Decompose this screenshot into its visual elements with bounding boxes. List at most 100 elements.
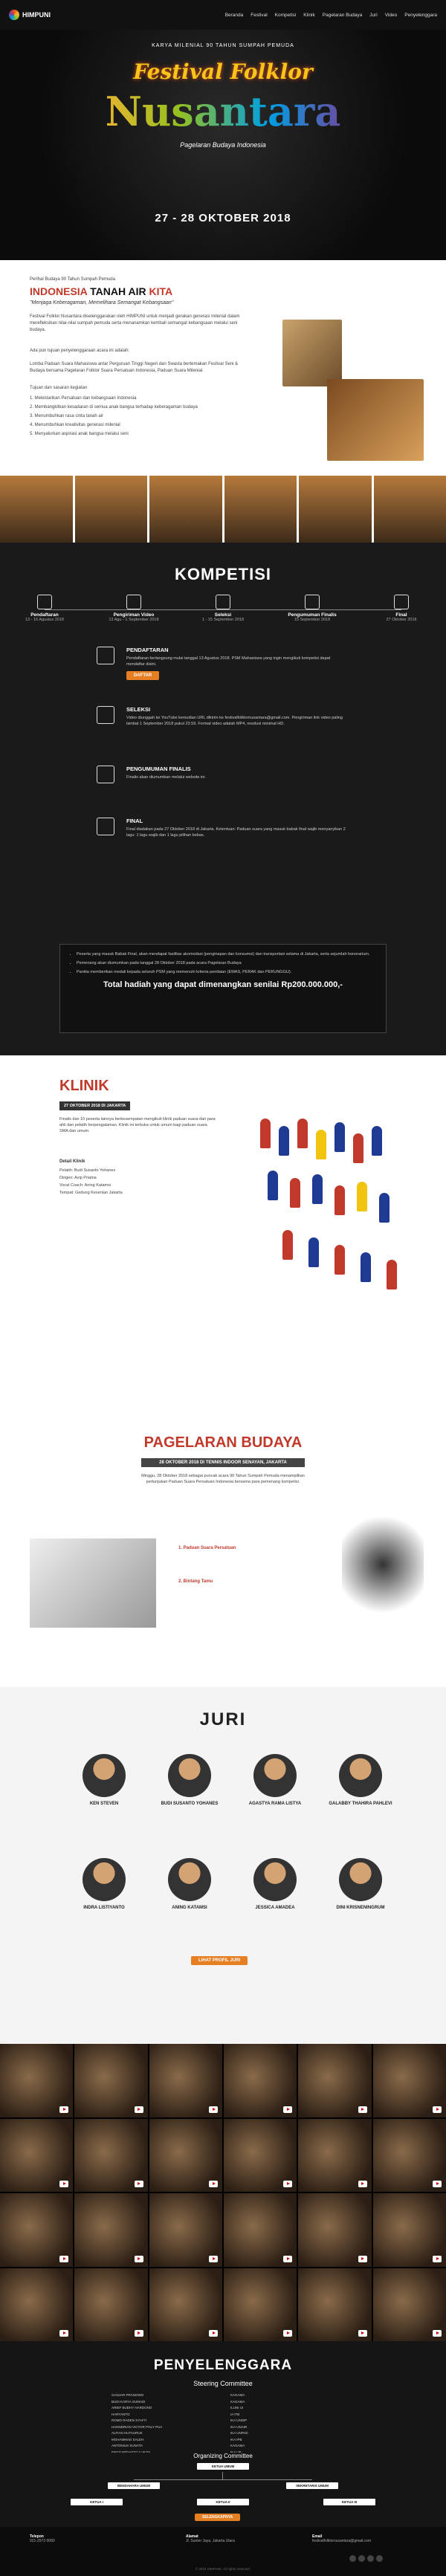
play-icon — [134, 2330, 143, 2337]
play-icon — [283, 2255, 293, 2262]
performers-photo — [30, 1538, 156, 1628]
lihat-profil-button[interactable]: LIHAT PROFIL JURI — [191, 1956, 248, 1965]
nav-link-festival[interactable]: Festival — [251, 13, 267, 18]
facebook-icon[interactable] — [349, 2555, 356, 2562]
judge-card[interactable]: BUDI SUSANTO YOHANES — [152, 1754, 227, 1806]
intro-body-2: Ada pun tujuan penyelenggaraan acara ini… — [30, 349, 130, 353]
video-thumb[interactable] — [149, 2044, 222, 2117]
video-thumb[interactable] — [0, 2044, 74, 2117]
top-navbar: HIMPUNI Beranda Festival Kompetisi Klini… — [0, 0, 446, 30]
sc-member-org: IKA UNPAD — [230, 2431, 248, 2435]
video-thumb[interactable] — [0, 2118, 74, 2192]
prize-total: Total hadiah yang dapat dimenangkan seni… — [103, 980, 343, 989]
video-thumb[interactable] — [149, 2193, 222, 2267]
video-thumb[interactable] — [372, 2118, 446, 2192]
selengkapnya-button[interactable]: SELENGKAPNYA — [195, 2514, 241, 2521]
step-text: Final diadakan pada 27 Oktober 2018 di J… — [126, 827, 346, 838]
daftar-button[interactable]: DAFTAR — [126, 671, 160, 680]
judge-card[interactable]: ANING KATAMSI — [152, 1858, 227, 1910]
hero-title-script: Festival Folklor — [133, 59, 313, 84]
video-thumb[interactable] — [372, 2044, 446, 2117]
judge-card[interactable]: GALABBY THAHIRA PAHLEVI — [323, 1754, 398, 1806]
brand-name: HIMPUNI — [22, 11, 51, 19]
music-notes-decoration — [342, 1509, 424, 1620]
judge-card[interactable]: AGASTYA RAMA LISTYA — [238, 1754, 312, 1806]
twitter-icon[interactable] — [358, 2555, 365, 2562]
judge-name: AGASTYA RAMA LISTYA — [248, 1802, 302, 1806]
judge-card[interactable]: KEN STEVEN — [67, 1754, 141, 1806]
play-icon — [134, 2255, 143, 2262]
culture-photo — [373, 476, 446, 543]
video-thumb[interactable] — [149, 2118, 222, 2192]
video-thumb[interactable] — [0, 2268, 74, 2341]
kompetisi-title: KOMPETISI — [174, 565, 271, 583]
oc-title: Organizing Committee — [193, 2453, 253, 2459]
play-icon — [358, 2106, 367, 2113]
calendar-icon — [37, 595, 52, 609]
youtube-icon[interactable] — [376, 2555, 383, 2562]
oc-sekretaris: SEKRETARIS UMUM — [286, 2482, 338, 2489]
address-value: Jl. Sunter Jaya, Jakarta Utara — [186, 2539, 235, 2543]
nav-link-video[interactable]: Video — [385, 13, 398, 18]
nav-link-juri[interactable]: Juri — [369, 13, 377, 18]
video-thumb[interactable] — [74, 2268, 148, 2341]
video-thumb[interactable] — [298, 2118, 372, 2192]
instagram-icon[interactable] — [367, 2555, 374, 2562]
sc-member-name: ANTONIUS SUNATA — [112, 2444, 143, 2447]
klinik-list-item: Vocal Coach: Aning Katamsi — [59, 1183, 112, 1188]
play-icon — [209, 2106, 218, 2113]
video-thumb[interactable] — [298, 2044, 372, 2117]
brand-logo[interactable]: HIMPUNI — [9, 10, 51, 20]
video-thumb[interactable] — [149, 2268, 222, 2341]
judge-card[interactable]: DINI KRISNENINGRUM — [323, 1858, 398, 1910]
nav-link-beranda[interactable]: Beranda — [225, 13, 244, 18]
judge-card[interactable]: JESSICA AMADEA — [238, 1858, 312, 1910]
judge-avatar — [83, 1754, 126, 1797]
step-pengumuman: PENGUMUMAN FINALIS Finalis akan diumumkan… — [126, 766, 349, 780]
megaphone-icon — [305, 595, 320, 609]
video-thumb[interactable] — [372, 2193, 446, 2267]
play-icon — [433, 2106, 442, 2113]
video-thumb[interactable] — [298, 2193, 372, 2267]
copyright: © 2018 HIMPUNI. All rights reserved. — [195, 2567, 251, 2571]
judge-name: BUDI SUSANTO YOHANES — [161, 1802, 219, 1806]
sc-member-org: ILUNI UI — [230, 2406, 244, 2410]
email-value[interactable]: festivalfolklornusantara@gmail.com — [312, 2539, 371, 2543]
intro-photo — [282, 320, 342, 386]
timeline-title: Pengiriman Video — [113, 612, 155, 618]
nav-link-kompetisi[interactable]: Kompetisi — [275, 13, 297, 18]
timeline-date: 27 Oktober 2018 — [386, 618, 417, 622]
prize-box: Peserta yang masuk Babak Final, akan men… — [59, 944, 387, 1033]
video-thumb[interactable] — [74, 2118, 148, 2192]
video-thumb[interactable] — [224, 2268, 297, 2341]
footer-address: Alamat Jl. Sunter Jaya, Jakarta Utara — [186, 2534, 235, 2543]
video-thumb[interactable] — [224, 2044, 297, 2117]
nav-link-penyelenggara[interactable]: Penyelenggara — [404, 13, 437, 18]
video-thumb[interactable] — [74, 2044, 148, 2117]
logo-mark-icon — [9, 10, 19, 20]
timeline-title: Pendaftaran — [30, 612, 59, 618]
heading-part-a: INDONESIA — [30, 285, 88, 297]
video-thumb[interactable] — [224, 2193, 297, 2267]
oc-ketua-1: KETUA I — [71, 2499, 123, 2505]
play-icon — [59, 2255, 69, 2262]
video-thumb[interactable] — [74, 2193, 148, 2267]
video-thumb[interactable] — [0, 2193, 74, 2267]
form-icon — [97, 647, 114, 664]
video-thumb[interactable] — [372, 2268, 446, 2341]
play-icon — [433, 2330, 442, 2337]
oc-ketua: KETUA UMUM — [197, 2463, 249, 2470]
sc-member-org: IKA UNDIP — [230, 2418, 248, 2422]
judge-card[interactable]: INDRA LISTIYANTO — [67, 1858, 141, 1910]
video-thumb[interactable] — [224, 2118, 297, 2192]
timeline-title: Pengumuman Finalis — [288, 612, 337, 618]
klinik-list-item: Dirigen: Avip Priatna — [59, 1176, 97, 1180]
nav-link-klinik[interactable]: Klinik — [303, 13, 315, 18]
footer: Telepon 021-2972 0083 Alamat Jl. Sunter Ja… — [0, 2527, 446, 2576]
nav-link-pagelaran[interactable]: Pagelaran Budaya — [323, 13, 363, 18]
budaya-title: PAGELARAN BUDAYA — [143, 1434, 303, 1451]
culture-photo-strip — [0, 476, 446, 543]
judge-name: KEN STEVEN — [89, 1802, 119, 1806]
video-thumb[interactable] — [298, 2268, 372, 2341]
sc-member-name: ALFIAN HUTAURUK — [112, 2431, 143, 2435]
